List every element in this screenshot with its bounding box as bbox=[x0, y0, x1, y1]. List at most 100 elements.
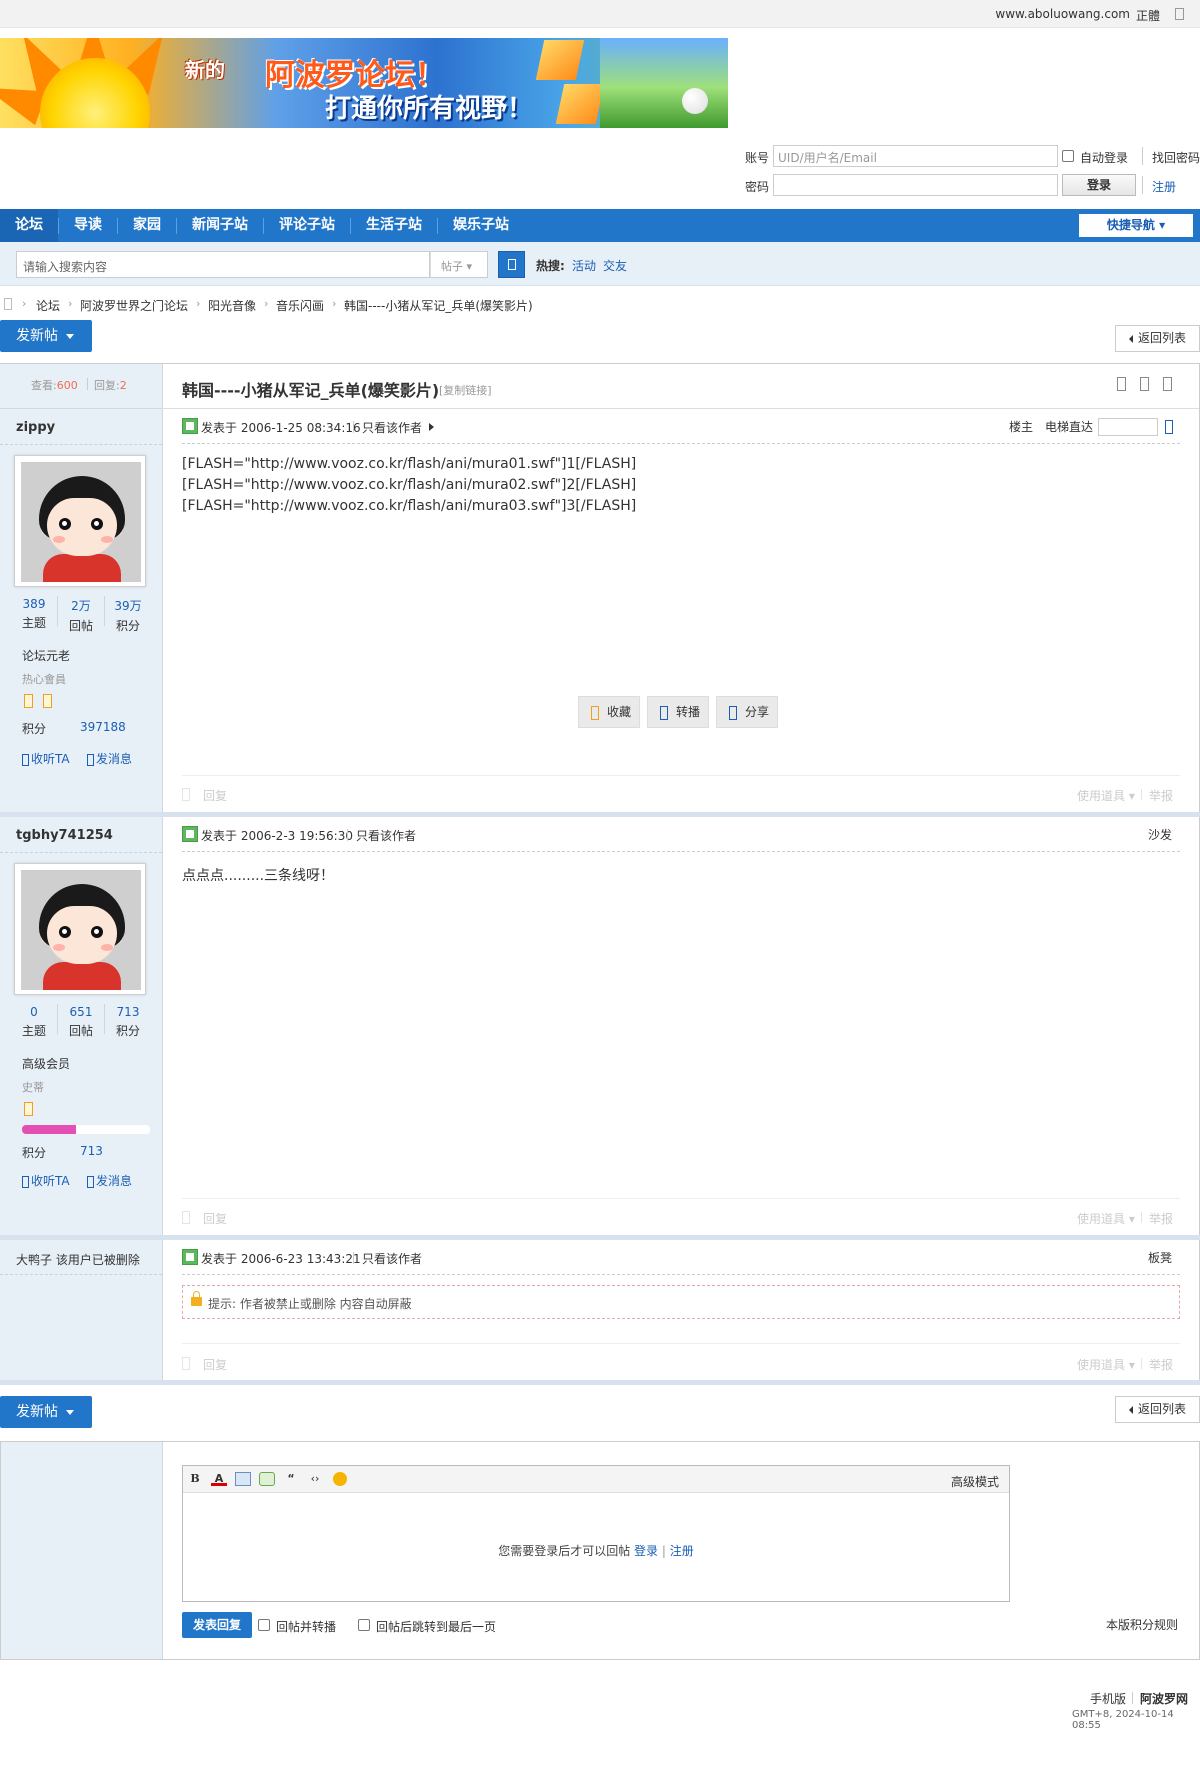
send-message-link[interactable]: 发消息 bbox=[87, 750, 132, 767]
breadcrumb-item[interactable]: 论坛 bbox=[36, 297, 60, 314]
print-icon[interactable] bbox=[1117, 377, 1126, 391]
brand-link[interactable]: 阿波罗网 bbox=[1140, 1690, 1188, 1707]
nav-item-news[interactable]: 新闻子站 bbox=[177, 209, 263, 242]
back-to-list-button[interactable]: 返回列表 bbox=[1115, 1396, 1200, 1423]
smiley-icon[interactable] bbox=[333, 1472, 347, 1486]
medal-icon[interactable] bbox=[24, 694, 33, 708]
nav-item-home[interactable]: 家园 bbox=[118, 209, 176, 242]
floor-label[interactable]: 楼主 bbox=[1009, 418, 1033, 435]
user-stat-threads[interactable]: 0 主题 bbox=[12, 1005, 56, 1039]
advanced-mode-link[interactable]: 高级模式 bbox=[951, 1473, 999, 1490]
floor-label[interactable]: 沙发 bbox=[1148, 826, 1172, 843]
tools-menu[interactable]: 使用道具 ▾ bbox=[1077, 1356, 1135, 1373]
user-rank[interactable]: 论坛元老 bbox=[22, 647, 70, 664]
user-stat-replies[interactable]: 651 回帖 bbox=[59, 1005, 103, 1039]
reply-icon[interactable] bbox=[182, 1357, 190, 1370]
quick-nav-button[interactable]: 快捷导航 ▾ bbox=[1079, 214, 1193, 237]
new-post-button[interactable]: 发新帖 bbox=[0, 320, 92, 352]
reply-link[interactable]: 回复 bbox=[203, 787, 227, 804]
user-rank[interactable]: 高级会员 bbox=[22, 1055, 70, 1072]
send-message-link[interactable]: 发消息 bbox=[87, 1172, 132, 1189]
breadcrumb-current[interactable]: 韩国----小猪从军记_兵单(爆笑影片) bbox=[344, 297, 533, 314]
only-author-link[interactable]: 只看该作者 bbox=[362, 419, 422, 436]
report-link[interactable]: 举报 bbox=[1149, 1210, 1173, 1227]
prev-thread-icon[interactable] bbox=[1140, 377, 1149, 391]
report-link[interactable]: 举报 bbox=[1149, 1356, 1173, 1373]
traditional-chinese-link[interactable]: 正體 bbox=[1136, 7, 1160, 24]
user-stat-threads[interactable]: 389 主题 bbox=[12, 597, 56, 631]
code-icon[interactable]: ‹› bbox=[307, 1472, 323, 1486]
tools-menu[interactable]: 使用道具 ▾ bbox=[1077, 1210, 1135, 1227]
register-link[interactable]: 注册 bbox=[1152, 178, 1176, 195]
search-button[interactable] bbox=[498, 251, 525, 278]
repost-button[interactable]: 转播 bbox=[647, 696, 709, 728]
medal-icon[interactable] bbox=[43, 694, 52, 708]
reply-editor[interactable]: B A “ ‹› 高级模式 您需要登录后才可以回帖 登录 | 注册 bbox=[182, 1465, 1010, 1602]
nav-item-commentary[interactable]: 评论子站 bbox=[264, 209, 350, 242]
breadcrumb-item[interactable]: 阿波罗世界之门论坛 bbox=[80, 297, 188, 314]
favorite-button[interactable]: 收藏 bbox=[578, 696, 640, 728]
caret-right-icon[interactable] bbox=[429, 423, 434, 431]
nav-item-guide[interactable]: 导读 bbox=[59, 209, 117, 242]
back-to-list-button[interactable]: 返回列表 bbox=[1115, 325, 1200, 352]
font-color-icon[interactable]: A bbox=[211, 1472, 227, 1486]
user-stat-replies[interactable]: 2万 回帖 bbox=[59, 597, 103, 634]
link-icon[interactable] bbox=[259, 1472, 275, 1486]
medal-icon[interactable] bbox=[24, 1102, 33, 1116]
go-icon[interactable] bbox=[1165, 420, 1173, 434]
only-author-link[interactable]: 只看该作者 bbox=[356, 827, 416, 844]
follow-link[interactable]: 收听TA bbox=[22, 1172, 70, 1189]
reply-link[interactable]: 回复 bbox=[203, 1210, 227, 1227]
password-input[interactable] bbox=[773, 174, 1058, 196]
forgot-password-link[interactable]: 找回密码 bbox=[1152, 149, 1200, 166]
image-icon[interactable] bbox=[235, 1472, 251, 1486]
online-status-icon bbox=[182, 1249, 198, 1265]
account-input[interactable]: UID/用户名/Email bbox=[773, 145, 1058, 167]
nav-item-forum[interactable]: 论坛 bbox=[0, 209, 58, 242]
search-input[interactable]: 请输入搜索内容 bbox=[16, 251, 430, 278]
avatar[interactable] bbox=[14, 455, 146, 587]
search-type-select[interactable]: 帖子 ▾ bbox=[430, 251, 488, 278]
share-button[interactable]: 分享 bbox=[716, 696, 778, 728]
nav-item-life[interactable]: 生活子站 bbox=[351, 209, 437, 242]
new-post-button[interactable]: 发新帖 bbox=[0, 1396, 92, 1428]
breadcrumb-item[interactable]: 音乐闪画 bbox=[276, 297, 324, 314]
report-link[interactable]: 举报 bbox=[1149, 787, 1173, 804]
bold-icon[interactable]: B bbox=[187, 1472, 203, 1486]
register-link[interactable]: 注册 bbox=[670, 1544, 694, 1558]
next-thread-icon[interactable] bbox=[1163, 377, 1172, 391]
user-stat-score[interactable]: 713 积分 bbox=[106, 1005, 150, 1039]
follow-link[interactable]: 收听TA bbox=[22, 750, 70, 767]
site-link[interactable]: www.aboluowang.com bbox=[995, 7, 1130, 21]
reply-link[interactable]: 回复 bbox=[203, 1356, 227, 1373]
menu-icon[interactable] bbox=[1175, 8, 1184, 20]
login-button[interactable]: 登录 bbox=[1062, 174, 1136, 196]
post-content-line: [FLASH="http://www.vooz.co.kr/flash/ani/… bbox=[182, 456, 637, 472]
jump-last-checkbox[interactable] bbox=[358, 1619, 370, 1631]
forum-banner[interactable]: 新的 阿波罗论坛！ 打通你所有视野！ bbox=[0, 38, 728, 128]
only-author-link[interactable]: 只看该作者 bbox=[362, 1250, 422, 1267]
user-stat-score[interactable]: 39万 积分 bbox=[106, 597, 150, 634]
quote-icon[interactable]: “ bbox=[283, 1472, 299, 1486]
hot-search-link[interactable]: 交友 bbox=[603, 257, 627, 274]
nav-item-entertainment[interactable]: 娱乐子站 bbox=[438, 209, 524, 242]
mobile-version-link[interactable]: 手机版 bbox=[1090, 1690, 1126, 1707]
author-name[interactable]: zippy bbox=[16, 420, 55, 435]
repost-checkbox[interactable] bbox=[258, 1619, 270, 1631]
reply-icon[interactable] bbox=[182, 1211, 190, 1224]
author-name[interactable]: tgbhy741254 bbox=[16, 828, 113, 843]
login-link[interactable]: 登录 bbox=[634, 1544, 658, 1558]
tools-menu[interactable]: 使用道具 ▾ bbox=[1077, 787, 1135, 804]
floor-jump-input[interactable] bbox=[1098, 418, 1158, 436]
floor-label[interactable]: 板凳 bbox=[1148, 1249, 1172, 1266]
auto-login-checkbox[interactable] bbox=[1062, 150, 1074, 162]
score-rules-link[interactable]: 本版积分规则 bbox=[1106, 1616, 1178, 1633]
hot-search-link[interactable]: 活动 bbox=[572, 257, 596, 274]
home-icon[interactable] bbox=[4, 298, 12, 310]
replies-label: 回复: bbox=[94, 379, 120, 392]
avatar[interactable] bbox=[14, 863, 146, 995]
reply-icon[interactable] bbox=[182, 788, 190, 801]
copy-link[interactable]: [复制链接] bbox=[439, 382, 492, 398]
submit-reply-button[interactable]: 发表回复 bbox=[182, 1612, 252, 1638]
breadcrumb-item[interactable]: 阳光音像 bbox=[208, 297, 256, 314]
